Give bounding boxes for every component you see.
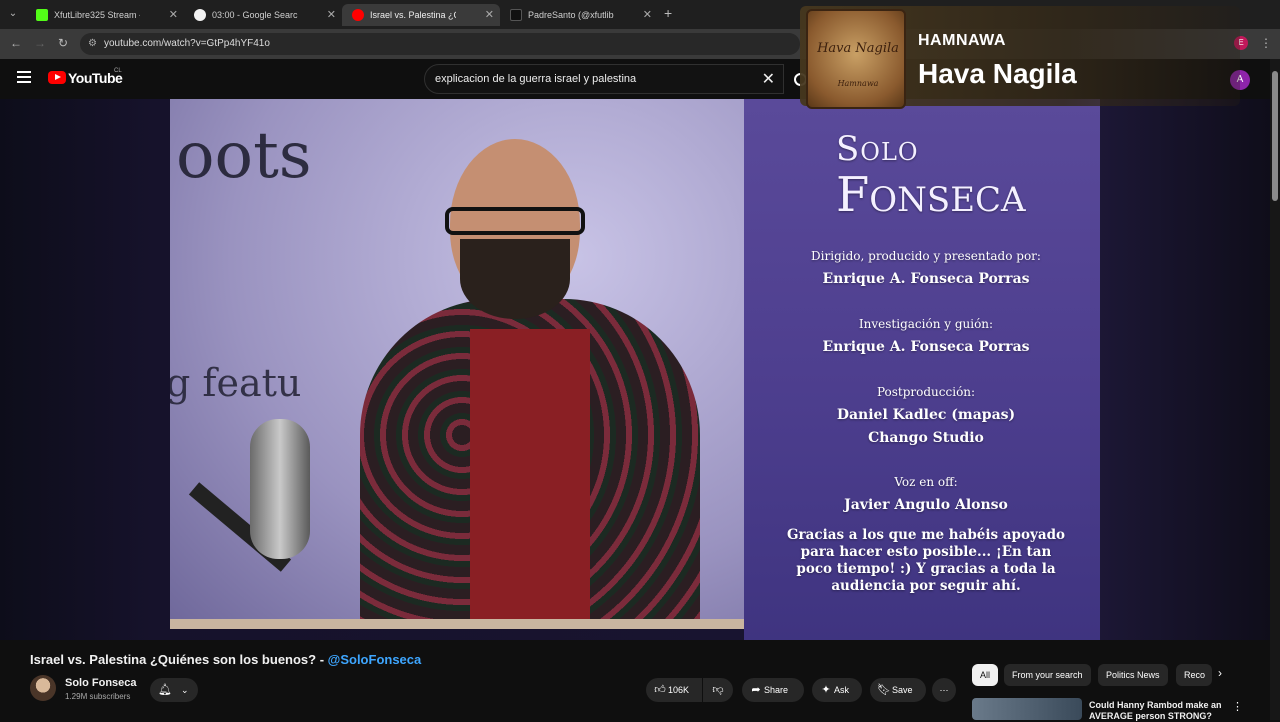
channel-handle-link[interactable]: @SoloFonseca <box>328 652 422 667</box>
clear-search-icon[interactable]: ✕ <box>762 69 775 89</box>
youtube-favicon-icon <box>352 9 364 21</box>
tab-close-icon[interactable]: ✕ <box>327 4 336 26</box>
scrollbar-thumb[interactable] <box>1272 71 1278 201</box>
tiktok-favicon-icon <box>510 9 522 21</box>
presenter-beard <box>460 239 570 319</box>
album-cover: Hava Nagila Hamnawa <box>806 9 906 109</box>
url-text: youtube.com/watch?v=GtPp4hYF41o <box>104 38 270 49</box>
recommended-title[interactable]: Could Hanny Rambod make an AVERAGE perso… <box>1089 700 1229 722</box>
browser-menu-icon[interactable]: ⋮ <box>1260 36 1272 50</box>
tab-title: 03:00 - Google Search <box>212 10 298 20</box>
menu-icon[interactable] <box>17 71 31 86</box>
tab-title: PadreSanto (@xfutlibre325) | Ti <box>528 10 614 20</box>
tab-close-icon[interactable]: ✕ <box>485 4 494 26</box>
url-bar[interactable]: ⚙ youtube.com/watch?v=GtPp4hYF41o <box>80 33 800 55</box>
tab-close-icon[interactable]: ✕ <box>169 4 178 26</box>
newspaper-headline: oots <box>176 119 312 193</box>
like-count: 106K <box>668 685 690 695</box>
video-credits-panel: Solo Fonseca Dirigido, producido y prese… <box>744 99 1100 640</box>
browser-tab-tiktok[interactable]: PadreSanto (@xfutlibre325) | Ti ✕ <box>500 4 658 26</box>
bell-icon: 🔔︎ <box>158 684 172 696</box>
dislike-button[interactable]: 👎︎ <box>703 678 733 702</box>
notification-bell-button[interactable]: 🔔︎ ⌄ <box>150 678 198 702</box>
search-input[interactable]: explicacion de la guerra israel y palest… <box>424 64 784 94</box>
video-info: Israel vs. Palestina ¿Quiénes son los bu… <box>0 640 1270 722</box>
tab-close-icon[interactable]: ✕ <box>643 4 652 26</box>
share-button[interactable]: ➦ Share <box>742 678 804 702</box>
share-icon: ➦ <box>751 684 761 696</box>
song-title: Hava Nagila <box>918 58 1077 89</box>
album-cover-title: Hava Nagila <box>817 41 899 56</box>
share-label: Share <box>764 685 789 695</box>
desk-strip <box>170 619 744 629</box>
browser-tab-kick[interactable]: XfutLibre325 Stream - Watch Li ✕ <box>26 4 184 26</box>
subscriber-count: 1.29M subscribers <box>65 692 131 701</box>
channel-name[interactable]: Solo Fonseca <box>65 677 137 689</box>
site-info-icon[interactable]: ⚙ <box>88 38 97 49</box>
chevron-right-icon[interactable]: › <box>1218 666 1222 680</box>
video-title-text: Israel vs. Palestina ¿Quiénes son los bu… <box>30 652 328 667</box>
sparkle-icon: ✦ <box>821 684 831 696</box>
video-player[interactable]: oots g featu Solo Fonseca Dirigido, prod… <box>0 99 1270 640</box>
more-vertical-icon[interactable]: ⋮ <box>1232 700 1243 713</box>
tab-title: Israel vs. Palestina ¿Quiénes so <box>370 10 456 20</box>
ask-label: Ask <box>834 685 850 695</box>
tab-search-icon[interactable]: ⌄ <box>4 5 22 23</box>
save-button[interactable]: 🔖︎Save <box>870 678 926 702</box>
chip-all[interactable]: All <box>972 664 999 686</box>
credit-label: Investigación y guión: <box>858 317 994 331</box>
credit-label: Dirigido, producido y presentado por: <box>811 249 1041 263</box>
save-label: Save <box>892 685 913 695</box>
country-code: CL <box>114 68 122 74</box>
brand-line-2: Fonseca <box>836 167 1026 223</box>
reload-icon[interactable]: ↻ <box>58 36 68 50</box>
recommended-thumbnail[interactable] <box>972 698 1082 720</box>
chip-from-your-search[interactable]: From your search <box>1004 664 1091 686</box>
youtube-logo-icon[interactable] <box>48 71 66 84</box>
credit-name: Javier Angulo Alonso <box>844 497 1008 513</box>
page-scrollbar[interactable] <box>1270 59 1280 720</box>
new-tab-icon[interactable]: + <box>664 5 672 21</box>
channel-avatar[interactable] <box>30 675 56 701</box>
tab-title: XfutLibre325 Stream - Watch Li <box>54 10 140 20</box>
microphone-icon <box>250 419 310 559</box>
browser-tab-youtube[interactable]: Israel vs. Palestina ¿Quiénes so ✕ <box>342 4 500 26</box>
credit-label: Voz en off: <box>894 475 958 489</box>
back-arrow-icon[interactable]: ← <box>10 36 22 50</box>
forward-arrow-icon[interactable]: → <box>34 36 46 50</box>
chevron-down-icon: ⌄ <box>181 685 189 695</box>
brand-line-1: Solo <box>836 129 919 169</box>
video-title: Israel vs. Palestina ¿Quiénes son los bu… <box>30 652 421 667</box>
thumbs-down-icon: 👎︎ <box>712 684 724 696</box>
artist-name: HAMNAWA <box>918 32 1006 49</box>
album-cover-subtitle: Hamnawa <box>837 79 879 88</box>
now-playing-overlay: Hava Nagila Hamnawa HAMNAWA Hava Nagila <box>800 6 1240 109</box>
thumbs-up-icon: 👍︎ <box>654 684 666 696</box>
newspaper-headline-2: g featu <box>170 361 302 405</box>
credit-thanks: Gracias a los que me habéis apoyado para… <box>786 527 1066 594</box>
more-horizontal-icon: ⋯ <box>939 685 949 695</box>
credit-name: Enrique A. Fonseca Porras <box>822 271 1030 287</box>
credit-name: Chango Studio <box>868 430 984 446</box>
video-frame-presenter: oots g featu <box>170 99 744 629</box>
ask-button[interactable]: ✦ Ask <box>812 678 862 702</box>
presenter-glasses <box>445 207 585 235</box>
chip-recent[interactable]: Reco <box>1176 664 1212 686</box>
presenter <box>360 129 700 629</box>
chip-politics-news[interactable]: Politics News <box>1098 664 1168 686</box>
search-query: explicacion de la guerra israel y palest… <box>435 73 637 85</box>
browser-tab-google[interactable]: 03:00 - Google Search ✕ <box>184 4 342 26</box>
bookmark-icon: 🔖︎ <box>877 684 891 696</box>
credit-name: Enrique A. Fonseca Porras <box>822 339 1030 355</box>
more-actions-button[interactable]: ⋯ <box>932 678 956 702</box>
like-button[interactable]: 👍︎ 106K <box>646 678 702 702</box>
credit-label: Postproducción: <box>876 385 976 399</box>
presenter-shirt <box>470 329 590 629</box>
credit-name: Daniel Kadlec (mapas) <box>836 407 1016 423</box>
google-favicon-icon <box>194 9 206 21</box>
recommended-video[interactable]: Could Hanny Rambod make an AVERAGE perso… <box>972 698 1270 722</box>
kick-favicon-icon <box>36 9 48 21</box>
video-backdrop-right <box>1100 99 1270 640</box>
